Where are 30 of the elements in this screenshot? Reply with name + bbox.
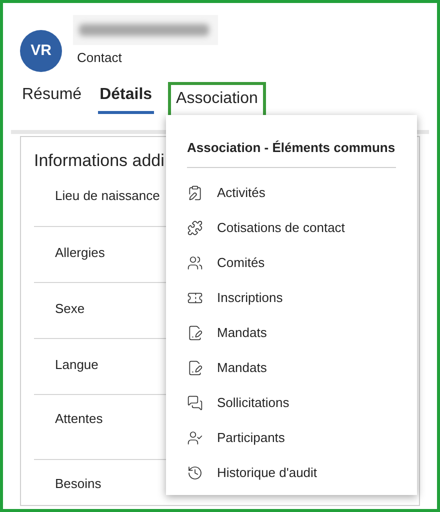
field-label: Sexe xyxy=(55,300,85,316)
field-label: Lieu de naissance xyxy=(55,188,160,202)
menu-item[interactable]: Mandats xyxy=(187,350,396,386)
avatar: VR xyxy=(20,30,62,72)
menu-item[interactable]: Cotisations de contact xyxy=(187,210,396,246)
people-icon xyxy=(187,255,203,271)
tab[interactable]: Détails xyxy=(98,83,154,114)
tab[interactable]: Résumé xyxy=(20,83,84,114)
menu-item[interactable]: Sollicitations xyxy=(187,386,396,420)
field-label: Langue xyxy=(55,356,98,372)
section-title: Informations addi xyxy=(34,150,164,172)
menu-item[interactable]: Activités xyxy=(187,176,396,210)
clipboard-icon xyxy=(187,185,203,201)
person-check-icon xyxy=(187,430,203,446)
record-type: Contact xyxy=(77,49,123,67)
menu-item[interactable]: Participants xyxy=(187,420,396,456)
menu-item[interactable]: Inscriptions xyxy=(187,280,396,316)
puzzle-icon xyxy=(187,220,203,236)
field-label: Allergies xyxy=(55,244,105,260)
menu-item[interactable]: Comités xyxy=(187,246,396,280)
menu-item[interactable]: Mandats xyxy=(187,316,396,350)
chat-icon xyxy=(187,395,203,411)
signed-document-icon xyxy=(187,325,203,341)
menu-item[interactable]: Historique d'audit xyxy=(187,456,396,490)
signed-document-icon xyxy=(187,360,203,376)
field-label: Besoins xyxy=(55,476,102,490)
ticket-icon xyxy=(187,290,203,306)
menu-title: Association - Éléments communs xyxy=(187,139,396,157)
field-label: Attentes xyxy=(55,410,103,426)
history-icon xyxy=(187,465,203,481)
